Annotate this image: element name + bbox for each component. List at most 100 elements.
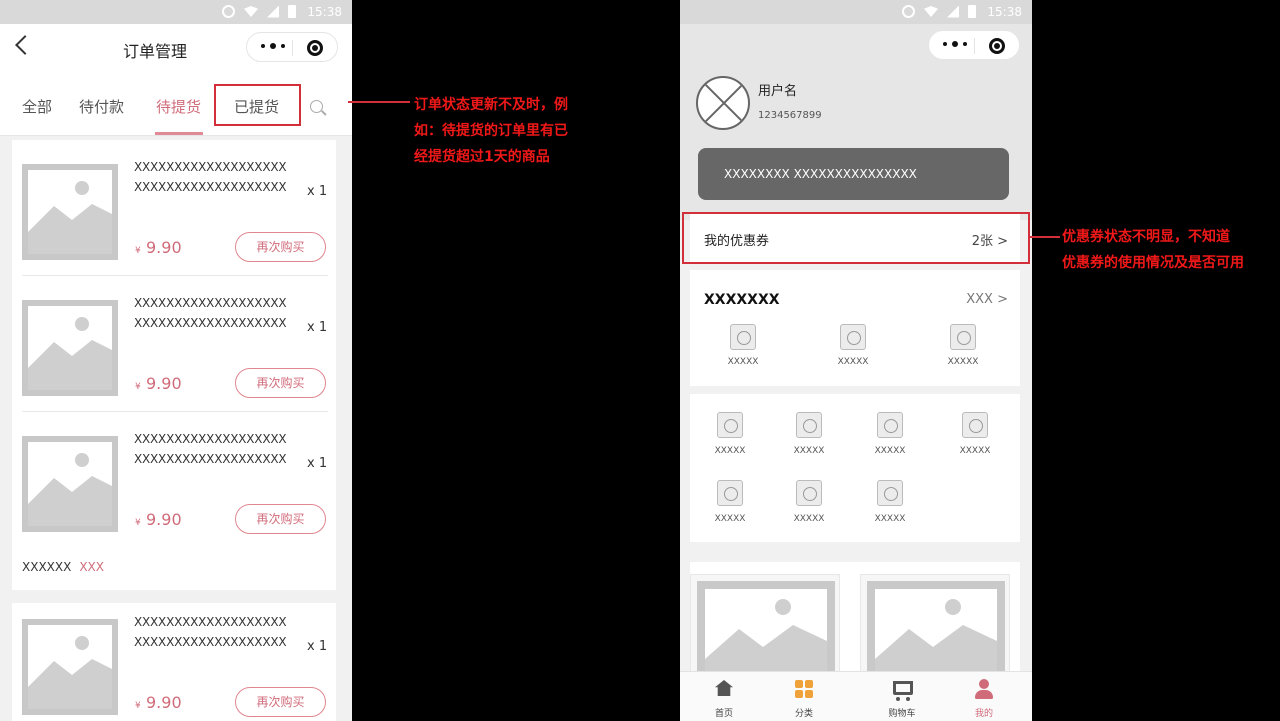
rebuy-button[interactable]: 再次购买 <box>235 504 326 534</box>
grid-item-label: XXXXX <box>959 446 991 456</box>
product-image-placeholder <box>22 164 118 260</box>
status-bar: 15:38 <box>0 0 352 24</box>
rebuy-button[interactable]: 再次购买 <box>235 232 326 262</box>
annotation-line: 经提货超过1天的商品 <box>414 149 550 165</box>
product-name-line: XXXXXXXXXXXXXXXXXXX <box>134 296 287 310</box>
order-card: XXXXXXXXXXXXXXXXXXX XXXXXXXXXXXXXXXXXXX … <box>12 603 336 721</box>
bottom-tab-bar: 首页 分类 购物车 我的 <box>680 671 1032 721</box>
tab-home[interactable]: 首页 <box>680 672 768 721</box>
product-name-line: XXXXXXXXXXXXXXXXXXX <box>134 160 287 174</box>
annotation-line: 如：待提货的订单里有已 <box>414 123 568 139</box>
placeholder-icon[interactable] <box>950 324 976 350</box>
nav-bar: 订单管理 <box>0 24 352 72</box>
placeholder-icon[interactable] <box>796 412 822 438</box>
placeholder-icon[interactable] <box>796 480 822 506</box>
user-icon <box>975 679 993 699</box>
price: 9.90 <box>146 510 182 529</box>
placeholder-icon[interactable] <box>877 412 903 438</box>
highlight-box-coupon <box>682 212 1030 264</box>
placeholder-icon[interactable] <box>730 324 756 350</box>
placeholder-icon[interactable] <box>840 324 866 350</box>
order-item: XXXXXXXXXXXXXXXXXXX XXXXXXXXXXXXXXXXXXX … <box>12 140 336 276</box>
product-name-line: XXXXXXXXXXXXXXXXXXX <box>134 180 287 194</box>
currency-symbol: ¥ <box>135 518 141 528</box>
mini-program-capsule <box>928 30 1020 60</box>
currency-symbol: ¥ <box>135 246 141 256</box>
placeholder-icon[interactable] <box>717 480 743 506</box>
grid-item-label: XXXXX <box>714 446 746 456</box>
quantity: x 1 <box>307 639 328 654</box>
product-name-line: XXXXXXXXXXXXXXXXXXX <box>134 615 287 629</box>
rebuy-button[interactable]: 再次购买 <box>235 687 326 717</box>
username: 用户名 <box>758 84 798 99</box>
alarm-icon <box>902 5 915 18</box>
more-icon[interactable] <box>261 43 285 49</box>
search-icon[interactable] <box>310 100 323 113</box>
mini-program-capsule <box>246 32 338 62</box>
active-tab-indicator <box>155 132 203 135</box>
section-title: XXXXXXX <box>704 292 780 308</box>
status-time: 15:38 <box>307 5 342 19</box>
close-target-icon[interactable] <box>307 40 323 56</box>
battery-icon <box>288 5 296 18</box>
battery-icon <box>968 5 976 18</box>
category-icon <box>795 680 813 698</box>
feature-grid: XXXXX XXXXX XXXXX XXXXX XXXXX XXXXX XXXX… <box>690 394 1020 542</box>
order-card: XXXXXXXXXXXXXXXXXXX XXXXXXXXXXXXXXXXXXX … <box>12 140 336 590</box>
product-name-line: XXXXXXXXXXXXXXXXXXX <box>134 635 287 649</box>
currency-symbol: ¥ <box>135 382 141 392</box>
annotation-line: 优惠券的使用情况及是否可用 <box>1062 255 1244 271</box>
grid-item-label: XXXXX <box>714 514 746 524</box>
status-bar: 15:38 <box>680 0 1032 24</box>
quantity: x 1 <box>307 456 328 471</box>
highlight-box-tab <box>214 84 301 126</box>
product-image-placeholder <box>22 436 118 532</box>
currency-symbol: ¥ <box>135 701 141 711</box>
section-item-label: XXXXX <box>727 357 759 367</box>
close-target-icon[interactable] <box>989 38 1005 54</box>
tab-label: 购物车 <box>888 709 916 719</box>
order-item: XXXXXXXXXXXXXXXXXXX XXXXXXXXXXXXXXXXXXX … <box>12 595 336 721</box>
tab-label: 首页 <box>714 709 733 719</box>
tab-me[interactable]: 我的 <box>940 672 1028 721</box>
tab-pending-payment[interactable]: 待付款 <box>79 96 124 117</box>
grid-item-label: XXXXX <box>874 514 906 524</box>
signal-icon <box>947 5 959 18</box>
more-icon[interactable] <box>943 41 967 47</box>
product-card[interactable] <box>860 574 1010 691</box>
price: 9.90 <box>146 693 182 712</box>
grid-item-label: XXXXX <box>874 446 906 456</box>
product-card[interactable] <box>690 574 840 691</box>
grid-item-label: XXXXX <box>793 514 825 524</box>
avatar[interactable] <box>696 76 750 130</box>
profile-header: 用户名 1234567899 XXXXXXXX XXXXXXXXXXXXXXX <box>680 24 1032 220</box>
tab-label: 分类 <box>794 709 813 719</box>
section-item-label: XXXXX <box>837 357 869 367</box>
footer-link[interactable]: XXX <box>79 560 104 574</box>
product-image-placeholder <box>22 300 118 396</box>
annotation-connector-right <box>1030 236 1060 238</box>
tab-cart[interactable]: 购物车 <box>858 672 946 721</box>
price: 9.90 <box>146 238 182 257</box>
placeholder-icon[interactable] <box>877 480 903 506</box>
profile-screen: 15:38 用户名 1234567899 XXXXXXXX XXXXXXXXXX… <box>680 0 1032 721</box>
quantity: x 1 <box>307 184 328 199</box>
member-banner[interactable]: XXXXXXXX XXXXXXXXXXXXXXX <box>698 148 1009 200</box>
rebuy-button[interactable]: 再次购买 <box>235 368 326 398</box>
placeholder-icon[interactable] <box>717 412 743 438</box>
tab-category[interactable]: 分类 <box>760 672 848 721</box>
annotation-connector-left <box>348 101 410 103</box>
alarm-icon <box>222 5 235 18</box>
tab-label: 我的 <box>974 709 993 719</box>
user-id: 1234567899 <box>758 110 822 121</box>
wifi-icon <box>924 6 938 17</box>
wifi-icon <box>244 6 258 17</box>
home-icon <box>715 680 733 696</box>
tab-all[interactable]: 全部 <box>22 96 52 117</box>
status-time: 15:38 <box>987 5 1022 19</box>
section-more-link[interactable]: XXX > <box>966 292 1008 307</box>
tab-pending-pickup[interactable]: 待提货 <box>156 96 201 117</box>
placeholder-icon[interactable] <box>962 412 988 438</box>
product-name-line: XXXXXXXXXXXXXXXXXXX <box>134 452 287 466</box>
annotation-left: 订单状态更新不及时，例 如：待提货的订单里有已 经提货超过1天的商品 <box>414 92 644 170</box>
